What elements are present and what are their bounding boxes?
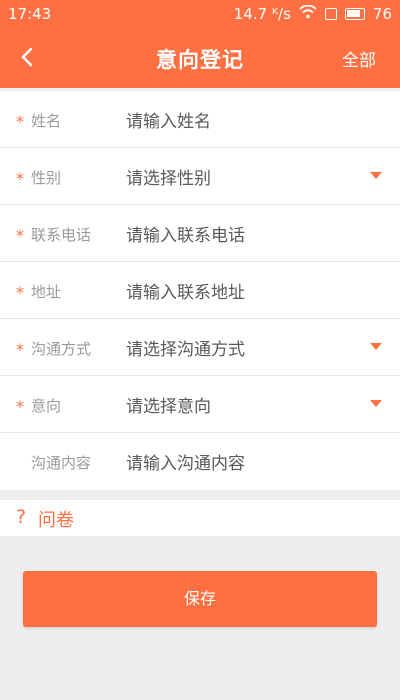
required-mark: * <box>16 226 24 245</box>
required-mark: * <box>16 169 24 188</box>
status-time: 17:43 <box>8 5 52 23</box>
status-icons: 14.7 ᴷ/s 76 <box>233 4 392 23</box>
field-label: 姓名 <box>31 112 62 130</box>
select-field[interactable]: 请选择沟通方式 <box>126 335 245 360</box>
select-field[interactable]: 请选择性别 <box>126 164 211 189</box>
all-button[interactable]: 全部 <box>342 46 376 71</box>
survey-link[interactable]: ? 问卷 <box>0 500 400 536</box>
text-input[interactable]: 请输入联系电话 <box>126 221 245 246</box>
save-button[interactable]: 保存 <box>23 571 377 627</box>
select-field[interactable]: 请选择意向 <box>126 392 211 417</box>
survey-label: 问卷 <box>38 510 74 531</box>
question-icon: ? <box>16 506 27 528</box>
form-row[interactable]: 沟通内容 请输入沟通内容 <box>0 433 400 490</box>
dropdown-arrow-icon[interactable] <box>370 400 382 407</box>
text-input[interactable]: 请输入联系地址 <box>126 278 245 303</box>
page-title: 意向登记 <box>156 48 244 72</box>
required-mark: * <box>16 340 24 359</box>
field-label: 沟通内容 <box>31 454 92 472</box>
network-speed: 14.7 ᴷ/s <box>233 5 291 23</box>
field-label: 地址 <box>31 283 62 301</box>
text-input[interactable]: 请输入姓名 <box>126 107 211 132</box>
battery-level: 76 <box>372 5 392 23</box>
status-bar: 17:43 14.7 ᴷ/s 76 <box>0 0 400 30</box>
navigation-bar: 意向登记 全部 <box>0 30 400 88</box>
field-label: 意向 <box>31 397 62 415</box>
registration-form: * 姓名 请输入姓名 * 性别 请选择性别 * 联系电话 请输入联系电话 * 地址 请输入联系地址 * 沟… <box>0 91 400 490</box>
form-row[interactable]: * 沟通方式 请选择沟通方式 <box>0 319 400 376</box>
form-row[interactable]: * 联系电话 请输入联系电话 <box>0 205 400 262</box>
text-input[interactable]: 请输入沟通内容 <box>126 449 245 474</box>
dropdown-arrow-icon[interactable] <box>370 172 382 179</box>
form-row[interactable]: * 姓名 请输入姓名 <box>0 91 400 148</box>
app-header: 17:43 14.7 ᴷ/s 76 意向登记 全部 <box>0 0 400 88</box>
required-mark: * <box>16 112 24 131</box>
battery-icon <box>344 8 365 20</box>
field-label: 沟通方式 <box>31 340 92 358</box>
dropdown-arrow-icon[interactable] <box>370 343 382 350</box>
wifi-icon <box>299 4 317 23</box>
required-mark: * <box>16 283 24 302</box>
field-label: 性别 <box>31 169 62 187</box>
form-row[interactable]: * 性别 请选择性别 <box>0 148 400 205</box>
screen-icon <box>324 8 337 20</box>
form-row[interactable]: * 意向 请选择意向 <box>0 376 400 433</box>
form-row[interactable]: * 地址 请输入联系地址 <box>0 262 400 319</box>
field-label: 联系电话 <box>31 226 92 244</box>
required-mark: * <box>16 397 24 416</box>
